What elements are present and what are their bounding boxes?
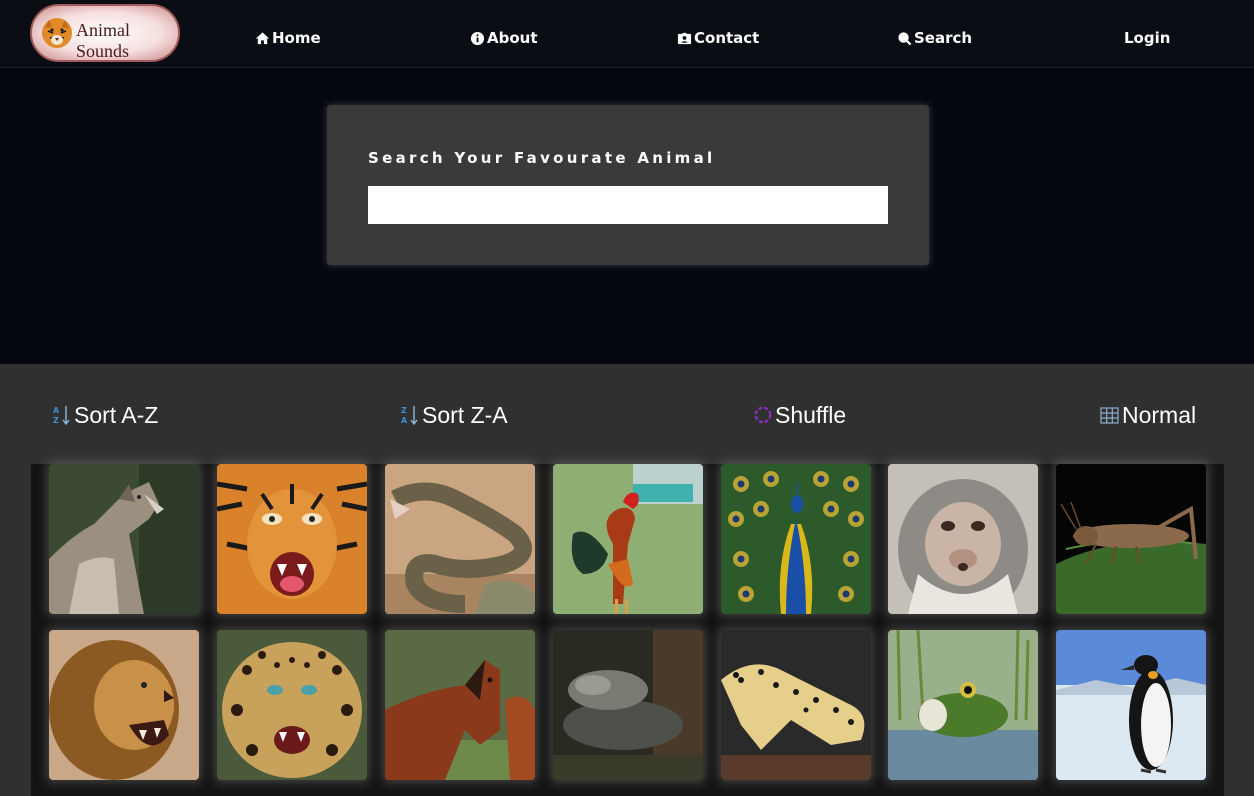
rooster-image bbox=[553, 464, 703, 614]
tiger-image bbox=[217, 464, 367, 614]
top-navbar: Animal Sounds Home About Contact Search … bbox=[0, 0, 1254, 68]
nav-about[interactable]: About bbox=[470, 28, 538, 48]
nav-login-label: Login bbox=[1124, 29, 1171, 47]
monkey-image bbox=[888, 464, 1038, 614]
animal-tile-horse[interactable] bbox=[385, 630, 535, 780]
nav-login[interactable]: Login bbox=[1124, 28, 1170, 48]
penguin-image bbox=[1056, 630, 1206, 780]
contact-card-icon bbox=[677, 32, 692, 44]
frog-image bbox=[888, 630, 1038, 780]
horse-image bbox=[385, 630, 535, 780]
wolf-image bbox=[49, 464, 199, 614]
animal-tile-snake[interactable] bbox=[385, 464, 535, 614]
animal-tile-peacock[interactable] bbox=[721, 464, 871, 614]
search-icon bbox=[898, 31, 912, 45]
peacock-image bbox=[721, 464, 871, 614]
grasshopper-image bbox=[1056, 464, 1206, 614]
nav-home-label: Home bbox=[272, 29, 321, 47]
animal-tile-gecko[interactable] bbox=[721, 630, 871, 780]
svg-text:Z: Z bbox=[53, 416, 59, 425]
animal-grid bbox=[31, 464, 1224, 796]
animal-tile-leopard[interactable] bbox=[217, 630, 367, 780]
search-title: Search Your Favourate Animal bbox=[368, 149, 716, 167]
snake-image bbox=[385, 464, 535, 614]
hero-section: Search Your Favourate Animal bbox=[0, 68, 1254, 364]
tiger-icon bbox=[42, 18, 72, 48]
svg-text:A: A bbox=[53, 406, 60, 415]
sort-z-a-label: Sort Z-A bbox=[422, 401, 508, 428]
turtle-image bbox=[553, 630, 703, 780]
nav-contact-label: Contact bbox=[694, 29, 760, 47]
animal-tile-penguin[interactable] bbox=[1056, 630, 1206, 780]
animal-tile-tiger[interactable] bbox=[217, 464, 367, 614]
grid-icon bbox=[1100, 407, 1119, 424]
animal-tile-grasshopper[interactable] bbox=[1056, 464, 1206, 614]
animal-tile-monkey[interactable] bbox=[888, 464, 1038, 614]
logo-text: Animal Sounds bbox=[76, 20, 130, 61]
info-icon bbox=[470, 31, 485, 45]
leopard-image bbox=[217, 630, 367, 780]
home-icon bbox=[255, 31, 270, 44]
sort-a-z-label: Sort A-Z bbox=[74, 401, 159, 428]
normal-view-button[interactable]: Normal bbox=[1100, 400, 1196, 430]
animal-tile-frog[interactable] bbox=[888, 630, 1038, 780]
animal-tile-turtle[interactable] bbox=[553, 630, 703, 780]
site-logo[interactable]: Animal Sounds bbox=[30, 4, 180, 62]
animal-tile-rooster[interactable] bbox=[553, 464, 703, 614]
nav-home[interactable]: Home bbox=[255, 28, 321, 48]
sort-alpha-asc-icon: A Z bbox=[53, 406, 70, 426]
nav-contact[interactable]: Contact bbox=[677, 28, 759, 48]
animal-panel: A Z Sort A-Z Z A Sort Z-A Shuffle Normal bbox=[0, 364, 1254, 796]
svg-text:Z: Z bbox=[401, 406, 407, 415]
normal-label: Normal bbox=[1122, 401, 1197, 428]
shuffle-icon bbox=[754, 406, 772, 424]
nav-search-label: Search bbox=[914, 29, 973, 47]
nav-search[interactable]: Search bbox=[897, 28, 972, 48]
shuffle-button[interactable]: Shuffle bbox=[753, 400, 846, 430]
search-card: Search Your Favourate Animal bbox=[327, 105, 929, 265]
lion-image bbox=[49, 630, 199, 780]
gecko-image bbox=[721, 630, 871, 780]
animal-tile-wolf[interactable] bbox=[49, 464, 199, 614]
shuffle-label: Shuffle bbox=[775, 401, 847, 428]
sort-z-a-button[interactable]: Z A Sort Z-A bbox=[400, 400, 508, 430]
animal-tile-lion[interactable] bbox=[49, 630, 199, 780]
sort-alpha-desc-icon: Z A bbox=[401, 406, 418, 426]
nav-about-label: About bbox=[487, 29, 538, 47]
animal-search-input[interactable] bbox=[368, 186, 888, 224]
sort-a-z-button[interactable]: A Z Sort A-Z bbox=[52, 400, 158, 430]
svg-text:A: A bbox=[401, 416, 408, 425]
